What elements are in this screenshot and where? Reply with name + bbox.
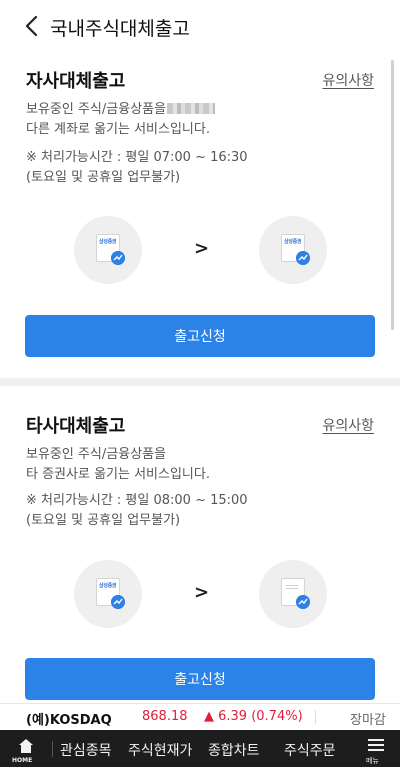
nav-item-watchlist[interactable]: 관심종목 (60, 740, 112, 760)
menu-label: 메뉴 (366, 757, 379, 765)
target-account-circle (259, 560, 327, 628)
market-ticker[interactable]: (예)KOSDAQ 868.18 ▲ 6.39 (0.74%) 장마감 (0, 703, 400, 730)
nav-item-chart[interactable]: 종합차트 (208, 740, 260, 760)
withdrawal-request-button[interactable]: 출고신청 (25, 658, 375, 700)
nav-item-current-price[interactable]: 주식현재가 (128, 740, 192, 760)
home-icon (19, 739, 33, 753)
nav-divider (52, 741, 53, 757)
document-lines (286, 585, 298, 586)
section-external-transfer: 타사대체출고 유의사항 보유중인 주식/금융상품을 타 증권사로 옮기는 서비스… (0, 0, 400, 703)
description-line: 타 증권사로 옮기는 서비스입니다. (26, 467, 210, 482)
menu-button[interactable]: 메뉴 (364, 736, 388, 766)
processing-hours: ※ 처리가능시간 : 평일 08:00 ~ 15:00 (토요일 및 공휴일 업… (26, 491, 248, 531)
index-change: ▲ 6.39 (0.74%) (204, 709, 303, 724)
section-title: 타사대체출고 (26, 416, 126, 437)
index-name: (예)KOSDAQ (26, 713, 112, 728)
hours-line: (토요일 및 공휴일 업무불가) (26, 513, 181, 528)
chart-badge-icon (111, 595, 125, 609)
broker-logo: 삼성증권 (99, 583, 117, 589)
arrow-right-icon: > (194, 582, 210, 603)
notice-link[interactable]: 유의사항 (322, 415, 374, 435)
description-line: 보유중인 주식/금융상품을 (26, 447, 167, 462)
home-button[interactable]: HOME (10, 737, 42, 767)
index-price: 868.18 (142, 709, 188, 724)
transfer-flow: 삼성증권 > (0, 560, 400, 630)
bottom-nav: HOME 관심종목 주식현재가 종합차트 주식주문 메뉴 (0, 730, 400, 767)
ticker-divider (315, 710, 316, 724)
market-status: 장마감 (350, 713, 386, 728)
source-account-circle: 삼성증권 (74, 560, 142, 628)
hamburger-icon (368, 739, 384, 751)
nav-item-order[interactable]: 주식주문 (284, 740, 336, 760)
home-label: HOME (12, 757, 33, 764)
hours-line: ※ 처리가능시간 : 평일 08:00 ~ 15:00 (26, 493, 248, 508)
service-description: 보유중인 주식/금융상품을 타 증권사로 옮기는 서비스입니다. (26, 445, 210, 485)
chart-badge-icon (296, 595, 310, 609)
